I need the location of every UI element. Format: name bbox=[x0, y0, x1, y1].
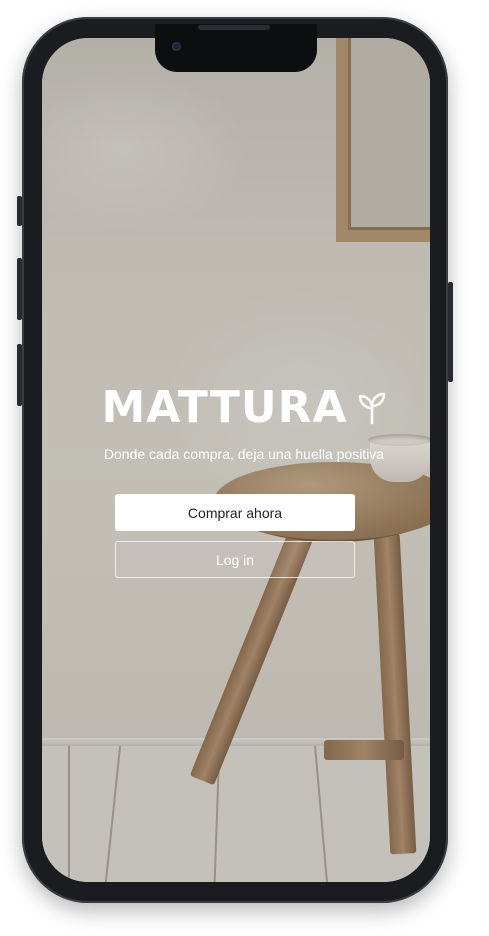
side-button-silent bbox=[17, 196, 22, 226]
front-camera bbox=[172, 42, 181, 51]
side-button-volume-up bbox=[17, 258, 22, 320]
login-button[interactable]: Log in bbox=[115, 541, 355, 578]
side-button-power bbox=[448, 282, 453, 382]
brand-logo: MATTURA bbox=[0, 382, 489, 434]
brand-name: MATTURA bbox=[101, 382, 348, 433]
earpiece-speaker bbox=[198, 25, 270, 30]
buy-now-button[interactable]: Comprar ahora bbox=[115, 494, 355, 531]
tagline: Donde cada compra, deja una huella posit… bbox=[103, 446, 385, 462]
leaf-sprout-icon bbox=[358, 392, 385, 425]
